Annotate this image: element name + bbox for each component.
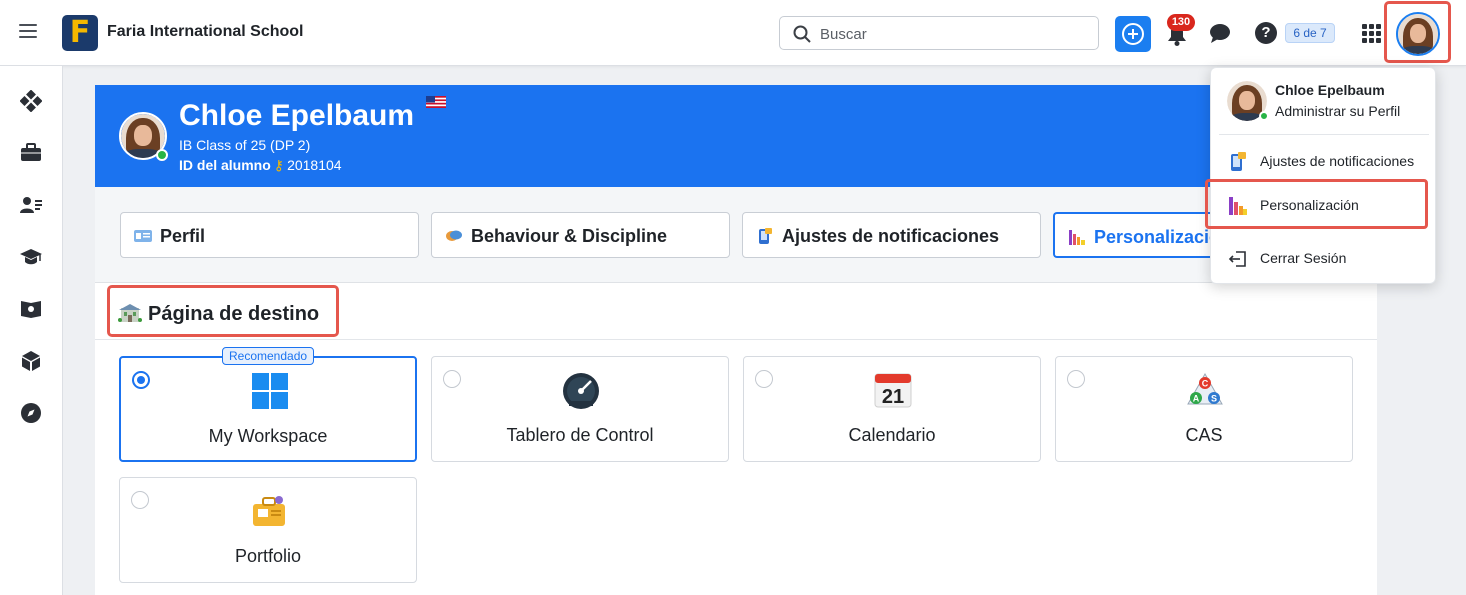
sidebar-contacts-icon[interactable] <box>20 194 42 216</box>
online-status-dot <box>156 149 168 161</box>
search-icon <box>793 25 811 43</box>
menu-item-label: Cerrar Sesión <box>1260 250 1347 266</box>
add-button[interactable] <box>1115 16 1151 52</box>
radio-unselected[interactable] <box>443 370 461 388</box>
option-label: Calendario <box>848 425 936 445</box>
landing-option-my-workspace[interactable]: Recomendado My Workspace <box>119 347 417 462</box>
chat-bubbles-icon <box>446 230 462 241</box>
speedometer-icon <box>563 373 599 409</box>
section-title-highlight-box <box>107 285 339 337</box>
help-icon[interactable]: ? <box>1255 22 1277 44</box>
option-label: Portfolio <box>234 546 302 566</box>
manage-profile-link[interactable]: Administrar su Perfil <box>1275 103 1400 119</box>
option-label: Tablero de Control <box>506 425 654 445</box>
chat-icon[interactable] <box>1209 22 1231 44</box>
radio-unselected[interactable] <box>755 370 773 388</box>
tabs-bar: Perfil Behaviour & Discipline Ajustes de… <box>95 187 1377 283</box>
pager-badge[interactable]: 6 de 7 <box>1285 23 1335 43</box>
sidebar-briefcase-icon[interactable] <box>20 142 42 164</box>
search-box[interactable] <box>779 16 1099 50</box>
main-panel: Chloe Epelbaum IB Class of 25 (DP 2) ID … <box>95 85 1377 595</box>
sidebar-diamond-grid-icon[interactable] <box>20 90 42 112</box>
landing-option-tablero-control[interactable]: Tablero de Control <box>431 356 729 462</box>
landing-option-calendario[interactable]: 21 Calendario <box>743 356 1041 462</box>
tab-perfil[interactable]: Perfil <box>120 212 419 258</box>
calendar-icon: 21 <box>874 373 912 408</box>
landing-option-portfolio[interactable]: Portfolio <box>119 477 417 583</box>
radio-unselected[interactable] <box>131 491 149 509</box>
portfolio-icon <box>253 496 285 526</box>
sidebar-compass-icon[interactable] <box>20 402 42 424</box>
dropdown-user-name[interactable]: Chloe Epelbaum <box>1275 82 1385 98</box>
us-flag-icon <box>426 96 446 108</box>
cas-triangle-icon: C A S <box>1187 372 1223 405</box>
hamburger-menu-icon[interactable] <box>19 24 39 40</box>
tab-label: Ajustes de notificaciones <box>782 226 1000 246</box>
menu-item-ajustes-notificaciones[interactable]: Ajustes de notificaciones <box>1211 144 1437 178</box>
school-logo[interactable]: F <box>62 15 98 51</box>
sidebar-cube-icon[interactable] <box>20 350 42 372</box>
cas-letter-s: S <box>1211 394 1217 404</box>
profile-class: IB Class of 25 (DP 2) <box>179 137 311 153</box>
online-status-dot <box>1259 111 1269 121</box>
option-label: CAS <box>1185 425 1223 445</box>
tab-label: Perfil <box>160 226 206 246</box>
top-bar: F Faria International School 130 ? 6 de … <box>0 0 1466 66</box>
phone-notification-icon <box>1231 152 1246 171</box>
section-divider <box>95 339 1377 340</box>
tab-label: Behaviour & Discipline <box>471 226 668 246</box>
user-dropdown-menu: Chloe Epelbaum Administrar su Perfil Aju… <box>1210 67 1436 284</box>
cas-letter-a: A <box>1193 394 1200 404</box>
student-id-value: 2018104 <box>287 157 342 173</box>
dropdown-divider <box>1219 134 1429 135</box>
tab-ajustes-notificaciones[interactable]: Ajustes de notificaciones <box>742 212 1041 258</box>
search-input[interactable] <box>820 23 1080 45</box>
tab-behaviour-discipline[interactable]: Behaviour & Discipline <box>431 212 730 258</box>
menu-item-cerrar-sesion[interactable]: Cerrar Sesión <box>1211 241 1437 275</box>
calendar-day: 21 <box>882 386 904 408</box>
plus-circle-icon <box>1122 23 1144 45</box>
phone-notification-icon <box>759 228 772 244</box>
id-card-icon <box>134 230 152 242</box>
tab-personalizacion[interactable]: Personalización <box>1053 212 1223 258</box>
logout-icon <box>1228 251 1246 267</box>
sidebar-graduation-cap-icon[interactable] <box>20 246 42 268</box>
profile-name: Chloe Epelbaum <box>179 99 415 132</box>
sidebar <box>0 66 63 595</box>
apps-grid-icon[interactable] <box>1362 24 1381 43</box>
school-name[interactable]: Faria International School <box>107 23 303 41</box>
personalizacion-highlight-box <box>1205 179 1428 229</box>
option-label: My Workspace <box>208 426 328 446</box>
menu-item-label: Ajustes de notificaciones <box>1260 153 1415 169</box>
sidebar-book-icon[interactable] <box>20 298 42 320</box>
cas-letter-c: C <box>1202 379 1209 389</box>
windows-grid-icon <box>252 373 288 409</box>
profile-student-id: ID del alumno ⚷ 2018104 <box>179 157 342 174</box>
student-id-label: ID del alumno <box>179 157 271 173</box>
palette-swatch-icon <box>1069 230 1085 245</box>
landing-option-cas[interactable]: C A S CAS <box>1055 356 1353 462</box>
avatar-highlight-box <box>1384 1 1451 63</box>
profile-header: Chloe Epelbaum IB Class of 25 (DP 2) ID … <box>95 85 1377 187</box>
radio-unselected[interactable] <box>1067 370 1085 388</box>
notification-count-badge: 130 <box>1167 14 1195 31</box>
radio-selected[interactable] <box>132 371 150 389</box>
tab-label: Personalización <box>1094 227 1223 247</box>
recommended-badge: Recomendado <box>222 347 315 365</box>
key-icon: ⚷ <box>273 157 285 173</box>
